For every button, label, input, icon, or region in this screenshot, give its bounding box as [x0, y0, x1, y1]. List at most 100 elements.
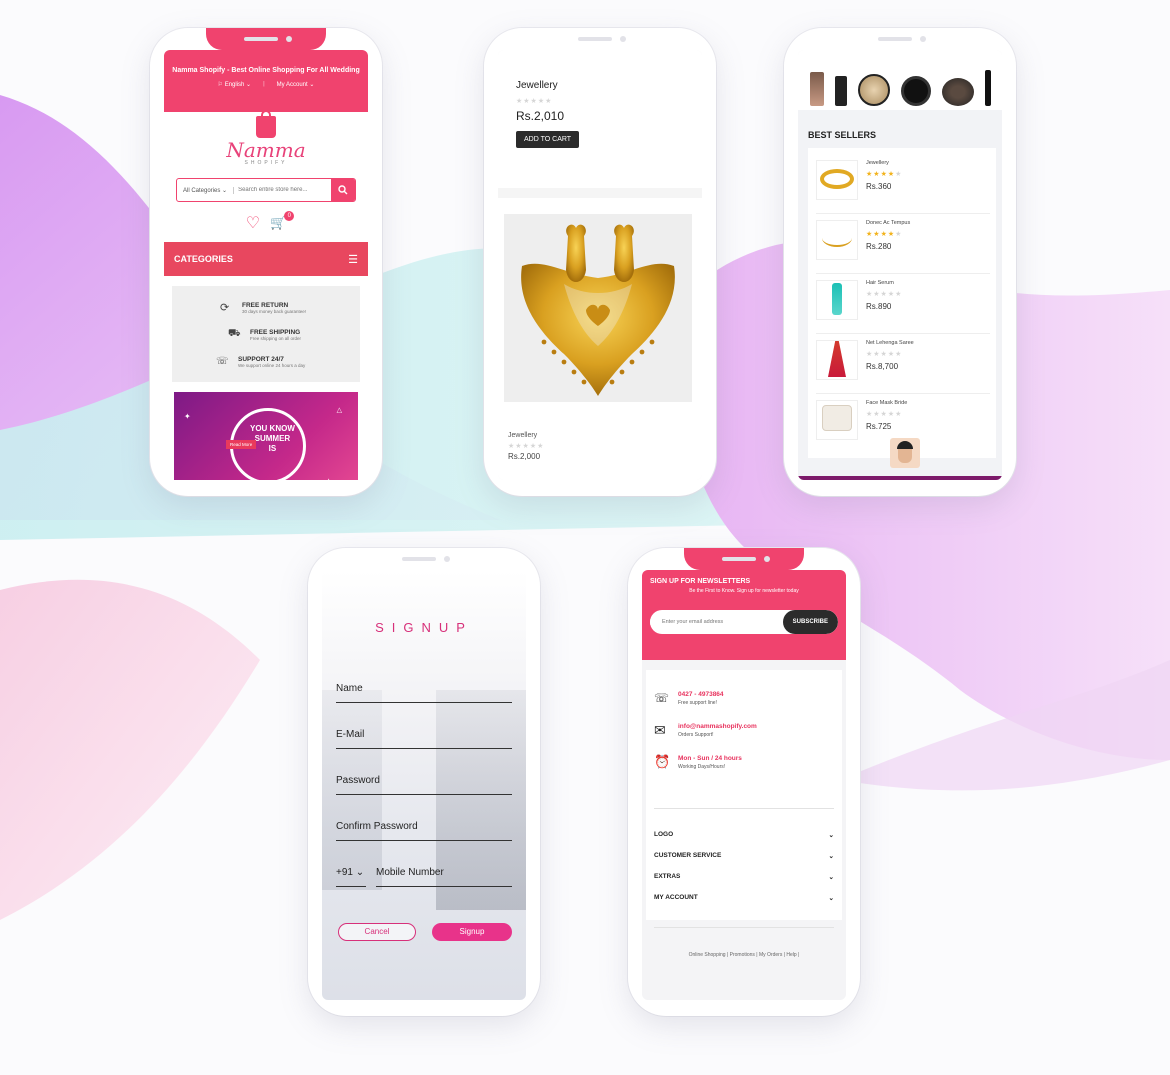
shopping-bag-icon	[256, 110, 276, 138]
best-seller-item[interactable]: Donec Ac Tempus ★★★★★ Rs.280	[816, 214, 990, 274]
read-more-button[interactable]: Read More	[226, 440, 257, 449]
confirm-password-field[interactable]: Confirm Password	[336, 795, 512, 841]
phone-signup: SIGNUP Name E-Mail Password Confirm Pass…	[308, 548, 540, 1016]
categories-title: CATEGORIES	[174, 254, 233, 264]
newsletter-email-input[interactable]	[650, 619, 783, 625]
mobile-number-field[interactable]: Mobile Number	[376, 841, 512, 887]
footer-link[interactable]: Promotions	[730, 952, 755, 958]
contact-item: ✉ info@nammashopify.com Orders Support!	[654, 721, 757, 738]
product-card[interactable]: Jewellery ★★★★★ Rs.2,000	[498, 198, 702, 480]
product-thumbnail	[816, 280, 858, 320]
item-price: Rs.8,700	[866, 362, 899, 371]
hamburger-icon[interactable]: ☰	[348, 253, 358, 266]
my-account-menu[interactable]: My Account ⌄	[277, 81, 315, 88]
email-field[interactable]: E-Mail	[336, 703, 512, 749]
feature-item: ☏ SUPPORT 24/7 We support online 24 hours…	[216, 355, 306, 368]
showcase-canvas: Namma Shopify - Best Online Shopping For…	[0, 0, 1170, 1075]
signup-button[interactable]: Signup	[432, 923, 512, 941]
cosmetics-banner	[798, 50, 1002, 110]
item-name: Donec Ac Tempus	[866, 220, 911, 226]
contact-info: ☏ 0427 - 4973864 Free support line! ✉ inf…	[646, 670, 842, 928]
footer-links: Online Shopping | Promotions | My Orders…	[688, 952, 800, 958]
language-selector[interactable]: ⚐ English ⌄	[218, 81, 251, 88]
item-name: Net Lehenga Saree	[866, 340, 914, 346]
best-seller-item[interactable]: Jewellery ★★★★★ Rs.360	[816, 154, 990, 214]
product-thumbnail	[816, 220, 858, 260]
item-rating: ★★★★★	[866, 411, 903, 418]
menu-item-customer-service[interactable]: CUSTOMER SERVICE ⌄	[654, 852, 834, 873]
newsletter-section: SIGN UP FOR NEWSLETTERS Be the First to …	[642, 570, 846, 660]
banner-text: Namma Shopify - Best Online Shopping For…	[172, 67, 360, 74]
phone-best-sellers: BEST SELLERS Jewellery ★★★★★ Rs.360 Donec A…	[784, 28, 1016, 496]
best-seller-item[interactable]: Hair Serum ★★★★★ Rs.890	[816, 274, 990, 334]
search-button[interactable]	[331, 179, 355, 201]
wishlist-icon[interactable]: ♡	[246, 213, 260, 233]
chevron-down-icon: ⌄	[828, 832, 834, 839]
best-sellers-list: Jewellery ★★★★★ Rs.360 Donec Ac Tempus ★★★★★…	[808, 148, 996, 458]
item-rating: ★★★★★	[866, 231, 903, 238]
subscribe-button[interactable]: SUBSCRIBE	[782, 610, 838, 634]
phone-notch	[840, 28, 960, 50]
product-detail-card: Jewellery ★★★★★ Rs.2,010 ADD TO CART	[498, 50, 702, 188]
product-title: Jewellery	[516, 80, 558, 91]
menu-item-logo[interactable]: LOGO ⌄	[654, 831, 834, 852]
name-field[interactable]: Name	[336, 657, 512, 703]
footer-menu: LOGO ⌄ CUSTOMER SERVICE ⌄ EXTRAS ⌄ MY ACCOU…	[654, 831, 834, 915]
menu-item-my-account[interactable]: MY ACCOUNT ⌄	[654, 894, 834, 915]
product-rating: ★★★★★	[516, 98, 553, 105]
item-rating: ★★★★★	[866, 291, 903, 298]
footer-link[interactable]: Online Shopping	[689, 952, 726, 958]
features-box: ⟳ FREE RETURN 30 days money back guarante…	[172, 286, 360, 382]
top-banner: Namma Shopify - Best Online Shopping For…	[164, 50, 368, 112]
category-dropdown[interactable]: All Categories ⌄	[177, 186, 235, 194]
chevron-down-icon: ⌄	[828, 895, 834, 902]
card-name: Jewellery	[508, 432, 538, 439]
signup-form: Name E-Mail Password Confirm Password +9…	[336, 657, 512, 887]
search-icon	[338, 185, 348, 195]
contact-item: ⏰ Mon - Sun / 24 hours Working Days/Hours…	[654, 754, 742, 770]
logo[interactable]: Namma SHOPIFY	[164, 110, 368, 176]
truck-icon: ⛟	[228, 328, 241, 339]
item-rating: ★★★★★	[866, 351, 903, 358]
best-sellers-title: BEST SELLERS	[808, 130, 877, 140]
necklace-image	[504, 214, 692, 402]
jewellery-icon	[521, 224, 675, 396]
phone-icon: ☏	[654, 691, 670, 705]
item-name: Face Mask Bride	[866, 400, 908, 406]
feature-item: ⟳ FREE RETURN 30 days money back guarante…	[220, 301, 307, 315]
search-bar: All Categories ⌄	[176, 178, 356, 202]
add-to-cart-button[interactable]: ADD TO CART	[516, 131, 580, 148]
item-price: Rs.890	[866, 302, 892, 311]
cancel-button[interactable]: Cancel	[338, 923, 416, 941]
product-thumbnail	[816, 340, 858, 380]
password-field[interactable]: Password	[336, 749, 512, 795]
phone-home: Namma Shopify - Best Online Shopping For…	[150, 28, 382, 496]
mail-icon: ✉	[654, 721, 666, 738]
avatar	[890, 438, 920, 468]
logo-title: Namma	[226, 138, 306, 162]
categories-bar[interactable]: CATEGORIES ☰	[164, 242, 368, 276]
phone-notch	[540, 28, 660, 50]
newsletter-form: SUBSCRIBE	[650, 610, 838, 634]
footer-link[interactable]: Help	[786, 952, 796, 958]
footer-link[interactable]: My Orders	[759, 952, 782, 958]
logo-subtitle: SHOPIFY	[244, 160, 288, 166]
phone-notch	[364, 548, 484, 570]
item-price: Rs.280	[866, 242, 892, 251]
search-input[interactable]	[234, 187, 331, 193]
best-seller-item[interactable]: Net Lehenga Saree ★★★★★ Rs.8,700	[816, 334, 990, 394]
cart-icon[interactable]: 🛒 0	[270, 211, 295, 231]
chevron-down-icon: ⌄	[828, 874, 834, 881]
card-price: Rs.2,000	[508, 452, 541, 461]
product-thumbnail	[816, 160, 858, 200]
product-price: Rs.2,010	[516, 109, 565, 123]
promo-banner[interactable]: YOU KNOW SUMMER IS Read More ✦ △ ✦ ▲ ●	[174, 392, 358, 480]
item-name: Hair Serum	[866, 280, 894, 286]
feature-item: ⛟ FREE SHIPPING Free shipping on all orde…	[228, 328, 302, 341]
country-code-select[interactable]: +91 ⌄	[336, 841, 366, 887]
menu-item-extras[interactable]: EXTRAS ⌄	[654, 873, 834, 894]
phone-product: Jewellery ★★★★★ Rs.2,010 ADD TO CART Jew…	[484, 28, 716, 496]
item-price: Rs.360	[866, 182, 892, 191]
cart-count-badge: 0	[284, 211, 295, 221]
item-rating: ★★★★★	[866, 171, 903, 178]
